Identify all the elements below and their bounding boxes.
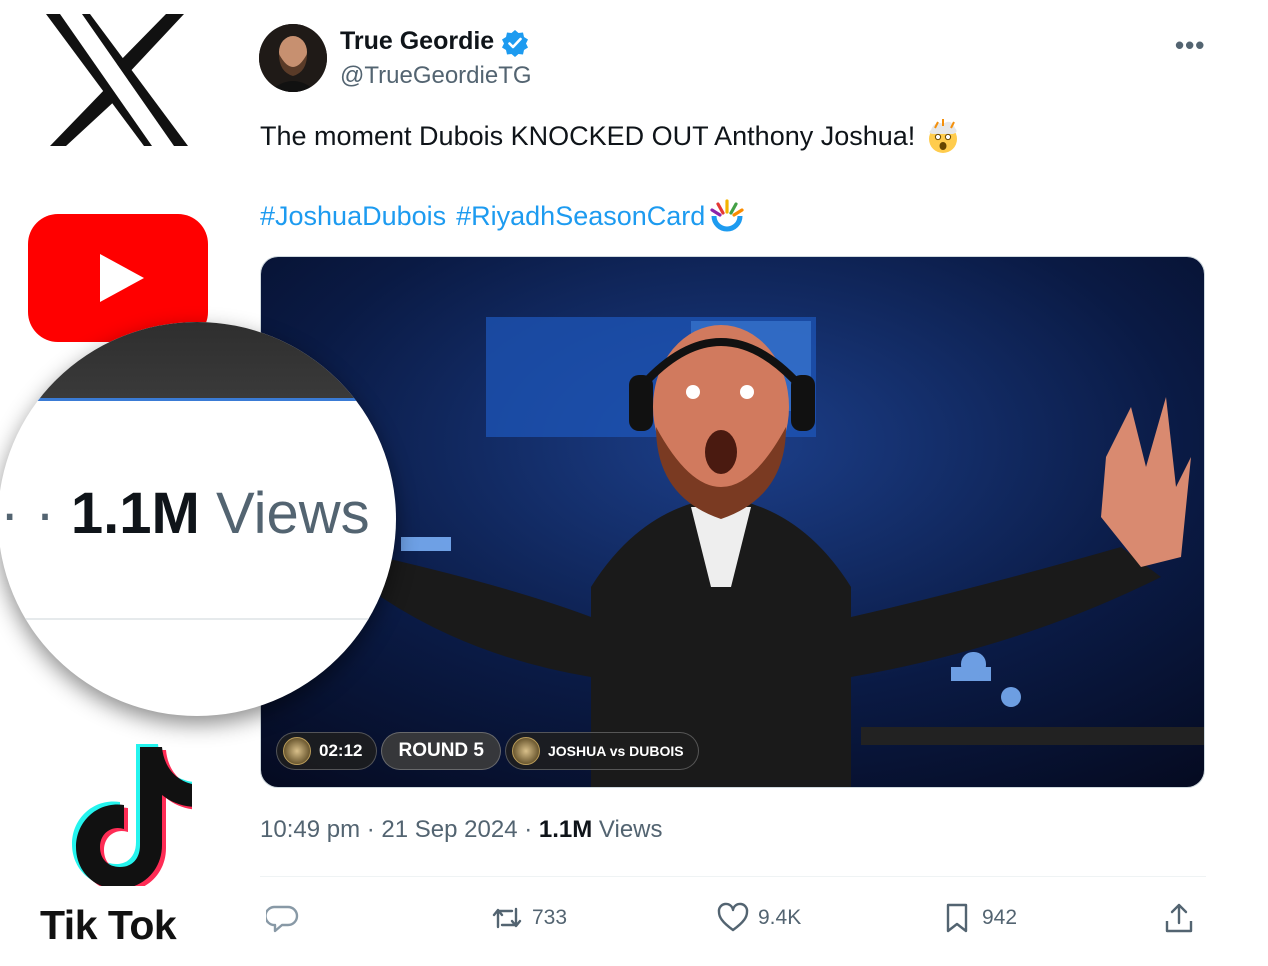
- magnifier-views-text: · · 1.1M Views: [0, 480, 370, 547]
- more-options-icon[interactable]: •••: [1175, 30, 1205, 61]
- meta-separator: ·: [366, 816, 375, 843]
- meta-separator: ·: [524, 816, 533, 843]
- event-crest-icon: [512, 737, 540, 765]
- bookmark-count: 942: [982, 906, 1018, 929]
- avatar-photo-icon: [259, 24, 327, 92]
- share-button[interactable]: [1162, 898, 1204, 938]
- bookmark-icon: [946, 903, 968, 933]
- like-button[interactable]: 9.4K: [716, 898, 801, 938]
- verified-badge-icon: [502, 30, 528, 57]
- views-label: Views: [598, 816, 663, 843]
- magnifier-prefix: · ·: [0, 481, 55, 546]
- reply-icon: [266, 905, 299, 933]
- magnifier-divider: [0, 618, 396, 620]
- divider: [260, 876, 1206, 877]
- hashtag-riyadhseasoncard[interactable]: #RiyadhSeasonCard: [456, 201, 705, 232]
- like-count: 9.4K: [758, 906, 802, 929]
- retweet-icon: [492, 907, 522, 929]
- magnifier-views-count: 1.1M: [70, 481, 200, 546]
- tweet-meta: 10:49 pm · 21 Sep 2024 · 1.1M Views: [260, 816, 663, 844]
- scorebug-matchup: JOSHUA vs DUBOIS: [505, 732, 699, 770]
- tweet-text-row: The moment Dubois KNOCKED OUT Anthony Jo…: [260, 118, 961, 154]
- scorebug-clock: 02:12: [276, 732, 378, 770]
- retweet-count: 733: [532, 906, 568, 929]
- tiktok-label: Tik Tok: [40, 902, 177, 948]
- exploding-head-emoji-icon: [929, 119, 958, 153]
- riyadh-season-emoji-icon: [710, 199, 744, 232]
- scorebug-round: ROUND 5: [381, 732, 501, 770]
- hashtag-joshuadubois[interactable]: #JoshuaDubois: [260, 201, 446, 232]
- reply-button[interactable]: [266, 898, 308, 938]
- magnifier-views-label: Views: [215, 481, 370, 546]
- x-logo-icon: [46, 14, 188, 146]
- tweet-video[interactable]: [260, 256, 1205, 788]
- matchup-label: JOSHUA vs DUBOIS: [548, 743, 684, 759]
- retweet-button[interactable]: 733: [490, 898, 567, 938]
- video-still-icon: [261, 257, 1204, 787]
- views-count: 1.1M: [538, 816, 593, 843]
- share-icon: [1165, 903, 1193, 933]
- scorebug: 02:12 ROUND 5 JOSHUA vs DUBOIS: [276, 732, 699, 770]
- user-handle[interactable]: @TrueGeordieTG: [340, 62, 532, 90]
- tweet-text: The moment Dubois KNOCKED OUT Anthony Jo…: [260, 120, 916, 151]
- magnifier-video-edge: [0, 322, 396, 398]
- fight-clock: 02:12: [319, 741, 363, 760]
- avatar[interactable]: [259, 24, 327, 92]
- tiktok-logo-icon: [72, 744, 192, 886]
- bookmark-button[interactable]: 942: [940, 898, 1017, 938]
- tweet-date[interactable]: 21 Sep 2024: [381, 816, 517, 843]
- heart-icon: [717, 902, 749, 932]
- event-crest-icon: [283, 737, 311, 765]
- display-name[interactable]: True Geordie: [340, 27, 494, 56]
- hashtags-row: #JoshuaDubois #RiyadhSeasonCard: [260, 198, 745, 234]
- tweet-time[interactable]: 10:49 pm: [260, 816, 360, 843]
- views-magnifier: · · 1.1M Views: [0, 322, 396, 716]
- magnifier-border: [0, 398, 396, 401]
